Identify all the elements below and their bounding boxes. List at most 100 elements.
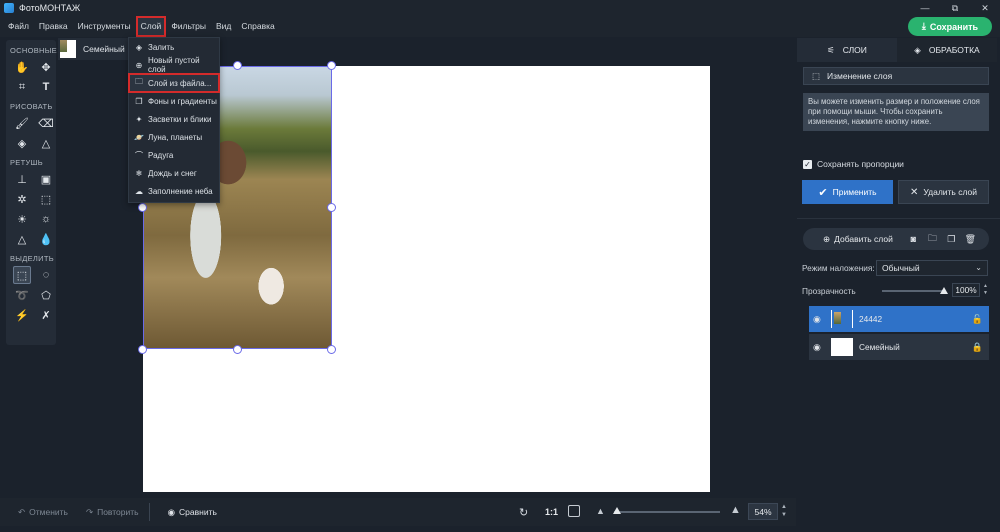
shapes-tool-icon[interactable]: △ [37, 134, 55, 152]
menu-item-new-empty-layer[interactable]: ⊕ Новый пустой слой [129, 56, 219, 74]
blend-mode-label: Режим наложения: [802, 263, 875, 273]
resize-handle-top-right[interactable] [327, 61, 336, 70]
layer-resize-button[interactable]: ⬚ Изменение слоя [803, 67, 989, 85]
undo-button[interactable]: ↶ Отменить [18, 507, 68, 518]
lasso-tool-icon[interactable]: ➰ [13, 286, 31, 304]
healing-tool-icon[interactable]: ✲ [13, 190, 31, 208]
trash-icon[interactable]: 🗑 [964, 233, 977, 246]
document-tab[interactable]: Семейный [58, 38, 130, 60]
delete-layer-button[interactable]: ✕ Удалить слой [898, 180, 989, 204]
ellipse-select-tool-icon[interactable]: ◌ [37, 266, 55, 284]
menu-edit[interactable]: Правка [34, 16, 73, 37]
menu-item-label: Радуга [148, 150, 174, 160]
menu-item-moon-planets[interactable]: 🪐 Луна, планеты [129, 128, 219, 146]
opacity-value-field[interactable]: 100% [952, 283, 980, 297]
opacity-slider[interactable] [882, 290, 944, 292]
move-tool-icon[interactable]: ✥ [37, 58, 55, 76]
info-message: Вы можете изменить размер и положение сл… [803, 93, 989, 131]
fit-window-icon[interactable] [568, 505, 580, 517]
eraser-tool-icon[interactable]: ⌫ [37, 114, 55, 132]
zoom-slider-thumb[interactable] [613, 507, 622, 514]
blur-tool-icon[interactable]: 💧 [37, 230, 55, 248]
menu-view[interactable]: Вид [211, 16, 236, 37]
tab-layers[interactable]: ⚟ СЛОИ [797, 38, 897, 62]
fill-tool-icon[interactable]: ◈ [13, 134, 31, 152]
minimize-button[interactable]: — [910, 0, 940, 16]
folder-icon[interactable]: 🗀 [926, 233, 939, 246]
checkbox-check-icon: ✓ [803, 159, 812, 169]
mask-icon[interactable]: ◙ [907, 233, 920, 246]
brush-tool-icon[interactable]: 🖌 [13, 114, 31, 132]
resize-handle-left[interactable] [138, 203, 147, 212]
menu-filters[interactable]: Фильтры [166, 16, 211, 37]
save-button[interactable]: ⤓ Сохранить [908, 17, 992, 36]
menu-layer[interactable]: Слой [135, 16, 167, 37]
lighten-tool-icon[interactable]: ☀ [13, 210, 31, 228]
menu-item-rain-snow[interactable]: ❄ Дождь и снег [129, 164, 219, 182]
toolbar-divider [148, 503, 150, 521]
darken-tool-icon[interactable]: ☼ [37, 210, 55, 228]
tab-processing-label: ОБРАБОТКА [928, 45, 980, 55]
menu-item-label: Луна, планеты [148, 132, 203, 142]
polygon-lasso-tool-icon[interactable]: ⬠ [37, 286, 55, 304]
menu-item-backgrounds-gradients[interactable]: ❐ Фоны и градиенты [129, 92, 219, 110]
close-button[interactable]: ✕ [970, 0, 1000, 16]
unlock-icon[interactable]: 🔓 [972, 314, 983, 325]
resize-handle-bottom-right[interactable] [327, 345, 336, 354]
menu-item-rainbow[interactable]: ⌒ Радуга [129, 146, 219, 164]
sharpen-tool-icon[interactable]: △ [13, 230, 31, 248]
add-layer-label: Добавить слой [834, 234, 893, 244]
sliders-icon: ⚟ [827, 44, 835, 55]
resize-handle-bottom[interactable] [233, 345, 242, 354]
opacity-slider-thumb[interactable] [940, 287, 948, 294]
frame-tool-icon[interactable]: ⬚ [37, 190, 55, 208]
stamp-tool-icon[interactable]: ⊥ [13, 170, 31, 188]
layer-menu-dropdown: ◈ Залить ⊕ Новый пустой слой 🗀 Слой из ф… [128, 37, 220, 203]
fit-screen-icon[interactable]: ↻ [519, 506, 528, 519]
zoom-spinner-icon[interactable]: ▲ ▼ [781, 503, 787, 519]
menu-item-fill[interactable]: ◈ Залить [129, 38, 219, 56]
lock-icon[interactable]: 🔒 [972, 342, 983, 353]
hand-tool-icon[interactable]: ✋ [13, 58, 31, 76]
menu-file[interactable]: Файл [3, 16, 34, 37]
keep-ratio-checkbox[interactable]: ✓ Сохранять пропорции [803, 159, 904, 169]
redo-button[interactable]: ↷ Повторить [86, 507, 139, 518]
zoom-actual-size-button[interactable]: 1:1 [545, 507, 558, 517]
wand-tool-icon[interactable]: ✗ [37, 306, 55, 324]
zoom-slider[interactable] [614, 511, 720, 513]
tab-processing[interactable]: ◈ ОБРАБОТКА [897, 38, 997, 62]
document-thumbnail [60, 40, 76, 58]
opacity-spinner-icon[interactable]: ▲ ▼ [983, 283, 988, 297]
layers-stack-icon: ◈ [914, 44, 921, 55]
menu-item-sky-replace[interactable]: ☁ Заполнение неба [129, 182, 219, 200]
resize-handle-bottom-left[interactable] [138, 345, 147, 354]
zoom-value-field[interactable]: 54% [748, 503, 778, 520]
resize-handle-top[interactable] [233, 61, 242, 70]
duplicate-icon[interactable]: ❐ [945, 233, 958, 246]
layer-row-24442[interactable]: ◉ 24442 🔓 [809, 306, 989, 332]
zoom-out-mountain-icon[interactable]: ▲ [596, 506, 605, 516]
rect-select-tool-icon[interactable]: ⬚ [13, 266, 31, 284]
zoom-in-mountain-icon[interactable]: ▲ [730, 504, 741, 516]
resize-handle-right[interactable] [327, 203, 336, 212]
blend-mode-select[interactable]: Обычный ⌄ [876, 260, 988, 276]
text-tool-icon[interactable]: T [37, 78, 55, 96]
apply-button[interactable]: ✔ Применить [802, 180, 893, 204]
visibility-eye-icon[interactable]: ◉ [813, 342, 827, 353]
layers-icon: ❐ [135, 96, 143, 106]
patch-tool-icon[interactable]: ▣ [37, 170, 55, 188]
dashed-rect-icon: ⬚ [812, 70, 821, 81]
compare-button[interactable]: ◉ Сравнить [168, 507, 217, 518]
magic-select-tool-icon[interactable]: ⚡ [13, 306, 31, 324]
add-layer-button[interactable]: ⊕ Добавить слой [823, 234, 893, 245]
keep-ratio-label: Сохранять пропорции [817, 159, 904, 169]
maximize-button[interactable]: ⧉ [940, 0, 970, 16]
menu-item-label: Залить [148, 42, 175, 52]
menu-help[interactable]: Справка [236, 16, 279, 37]
visibility-eye-icon[interactable]: ◉ [813, 314, 827, 325]
menu-item-layer-from-file[interactable]: 🗀 Слой из файла... [128, 73, 220, 93]
menu-tools[interactable]: Инструменты [73, 16, 136, 37]
layer-row-semeyny[interactable]: ◉ Семейный 🔒 [809, 334, 989, 360]
menu-item-flares[interactable]: ✦ Засветки и блики [129, 110, 219, 128]
crop-tool-icon[interactable]: ⌗ [13, 78, 31, 96]
